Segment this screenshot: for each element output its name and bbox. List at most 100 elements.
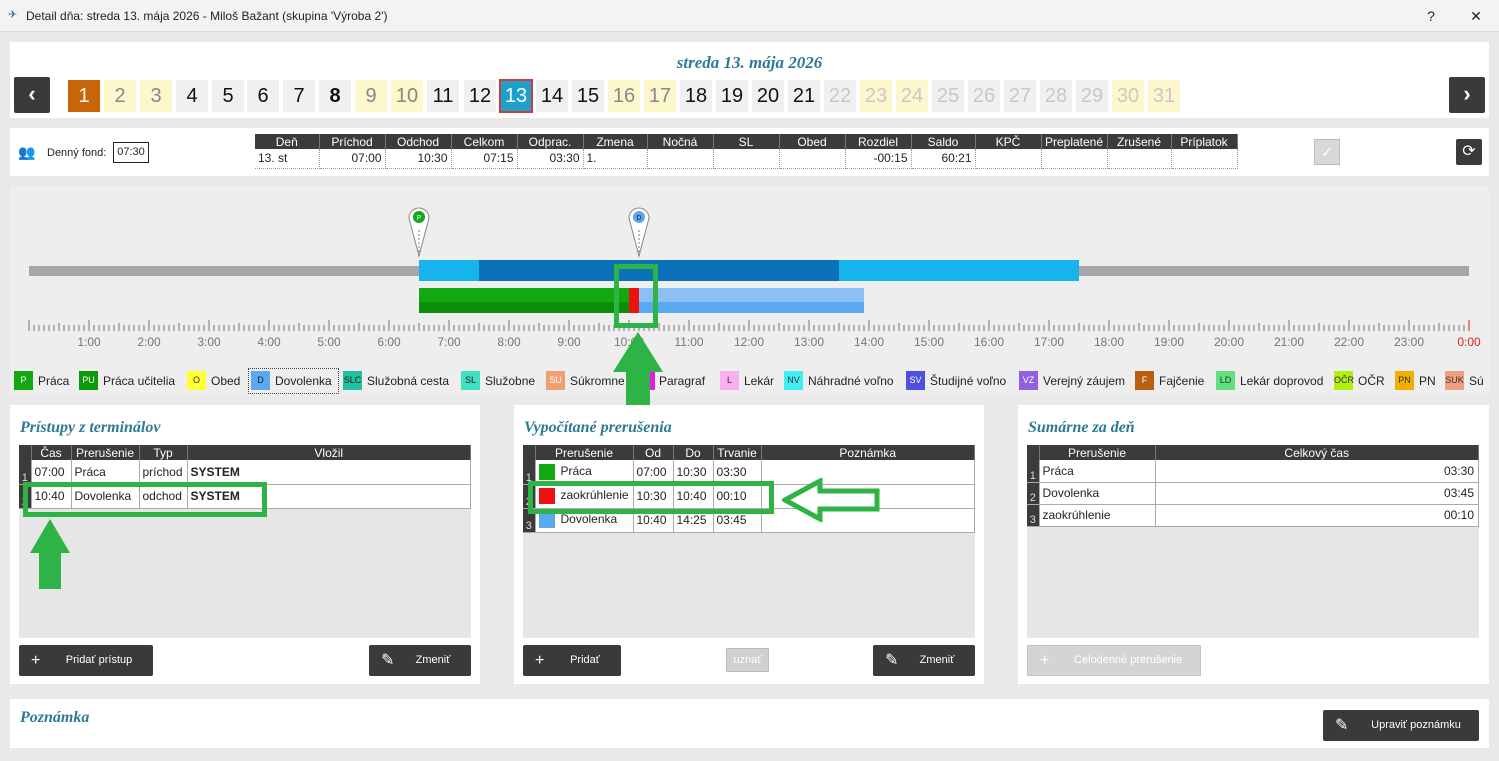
day-27[interactable]: 27	[1004, 80, 1036, 112]
add-break-button[interactable]: + Pridať	[523, 645, 621, 676]
app-icon: ✈	[8, 9, 18, 21]
legend-item[interactable]: D Dovolenka	[248, 368, 339, 394]
hour-label: 4:00	[257, 335, 281, 349]
day-10[interactable]: 10	[391, 80, 423, 112]
edit-break-button[interactable]: ✎ Zmeniť	[873, 645, 975, 676]
summary-col-2: Odchod	[385, 134, 452, 149]
all-day-break-button[interactable]: + Celodenné prerušenie	[1027, 645, 1201, 676]
day-2[interactable]: 2	[104, 80, 136, 112]
day-22[interactable]: 22	[824, 80, 856, 112]
plus-icon: +	[1040, 652, 1050, 669]
hour-label: 7:00	[437, 335, 461, 349]
col-type[interactable]: Typ	[139, 445, 188, 460]
summary-cell-3: 07:15	[451, 149, 518, 169]
table-row[interactable]: 1 07:00 Práca príchod SYSTEM	[19, 460, 471, 485]
legend-swatch: O	[187, 371, 206, 390]
day-31[interactable]: 31	[1148, 80, 1180, 112]
hour-label: 16:00	[973, 335, 1005, 349]
summary-cell-11	[975, 149, 1042, 169]
day-30[interactable]: 30	[1112, 80, 1144, 112]
legend-swatch: L	[720, 371, 739, 390]
day-29[interactable]: 29	[1076, 80, 1108, 112]
summary-col-8: Obed	[779, 134, 846, 149]
day-6[interactable]: 6	[247, 80, 279, 112]
day-5[interactable]: 5	[212, 80, 244, 112]
summary-col-5: Zmena	[583, 134, 648, 149]
col-to[interactable]: Do	[673, 445, 714, 460]
col-break[interactable]: Prerušenie	[535, 445, 634, 460]
day-21[interactable]: 21	[788, 80, 820, 112]
refresh-button[interactable]: ⟳	[1456, 139, 1482, 165]
table-row[interactable]: 3 zaokrúhlenie 00:10	[1027, 504, 1479, 527]
legend-swatch: F	[1135, 371, 1154, 390]
day-8[interactable]: 8	[319, 80, 351, 112]
summary-col-11: KPČ	[975, 134, 1042, 149]
day-26[interactable]: 26	[968, 80, 1000, 112]
summary-cell-8	[779, 149, 846, 169]
window-title: Detail dňa: streda 13. mája 2026 - Miloš…	[26, 9, 388, 23]
accept-button[interactable]: uznať	[726, 648, 769, 672]
col-note[interactable]: Poznámka	[761, 445, 975, 460]
day-28[interactable]: 28	[1040, 80, 1072, 112]
edit-access-button[interactable]: ✎ Zmeniť	[369, 645, 471, 676]
next-day-button[interactable]: ›	[1449, 77, 1485, 113]
day-11[interactable]: 11	[427, 80, 459, 112]
left-arrow-annotation	[782, 478, 880, 522]
day-19[interactable]: 19	[716, 80, 748, 112]
summary-col-4: Odprac.	[517, 134, 584, 149]
legend-swatch: PU	[79, 371, 98, 390]
col-time[interactable]: Čas	[31, 445, 72, 460]
chevron-right-icon: ›	[1463, 81, 1471, 106]
time-axis	[28, 320, 1470, 331]
day-17[interactable]: 17	[644, 80, 676, 112]
day-25[interactable]: 25	[932, 80, 964, 112]
day-9[interactable]: 9	[355, 80, 387, 112]
legend-label: Náhradné voľno	[808, 374, 894, 388]
marker-pin-d[interactable]: D	[628, 207, 650, 258]
col-author[interactable]: Vložil	[187, 445, 471, 460]
summary-cell-4: 03:30	[517, 149, 584, 169]
day-24[interactable]: 24	[896, 80, 928, 112]
summary-table: Deň Príchod Odchod Celkom Odprac. Zmena Nočná S…	[255, 134, 1238, 169]
day-20[interactable]: 20	[752, 80, 784, 112]
day-4[interactable]: 4	[176, 80, 208, 112]
day-1[interactable]: 1	[68, 80, 100, 112]
prev-day-button[interactable]: ‹	[14, 77, 50, 113]
close-button[interactable]: ✕	[1464, 6, 1488, 26]
col-duration[interactable]: Trvanie	[713, 445, 762, 460]
marker-d-letter: D	[636, 215, 641, 222]
confirm-button[interactable]: ✓	[1314, 139, 1340, 165]
edit-note-button[interactable]: ✎ Upraviť poznámku	[1323, 710, 1479, 741]
col-break[interactable]: Prerušenie	[1039, 445, 1156, 460]
col-total[interactable]: Celkový čas	[1155, 445, 1479, 460]
day-3[interactable]: 3	[140, 80, 172, 112]
col-break[interactable]: Prerušenie	[71, 445, 140, 460]
day-13[interactable]: 13	[499, 79, 533, 113]
fund-value[interactable]: 07:30	[113, 142, 149, 163]
help-button[interactable]: ?	[1419, 6, 1443, 26]
summary-cell-7	[713, 149, 780, 169]
col-from[interactable]: Od	[633, 445, 674, 460]
hour-label: 14:00	[853, 335, 885, 349]
table-row[interactable]: 1 Práca 03:30	[1027, 460, 1479, 483]
day-14[interactable]: 14	[536, 80, 568, 112]
legend-label: Práca	[38, 374, 70, 388]
legend-label: Lekár doprovod	[1240, 374, 1324, 388]
highlight-box-breaks	[528, 481, 774, 514]
day-7[interactable]: 7	[283, 80, 315, 112]
summary-col-7: SL	[713, 134, 780, 149]
day-18[interactable]: 18	[680, 80, 712, 112]
day-15[interactable]: 15	[572, 80, 604, 112]
vacation-bar-lower	[639, 302, 864, 313]
add-access-button[interactable]: + Pridať prístup	[19, 645, 153, 676]
hour-label: 3:00	[197, 335, 221, 349]
table-row[interactable]: 2 Dovolenka 03:45	[1027, 482, 1479, 505]
legend-label: Lekár	[744, 374, 775, 388]
day-16[interactable]: 16	[608, 80, 640, 112]
fund-label: Denný fond:	[47, 147, 107, 159]
legend-swatch: SU	[546, 371, 565, 390]
day-12[interactable]: 12	[464, 80, 496, 112]
day-23[interactable]: 23	[860, 80, 892, 112]
legend-label: Sú	[1469, 374, 1484, 388]
marker-pin-p[interactable]: P	[408, 207, 430, 258]
